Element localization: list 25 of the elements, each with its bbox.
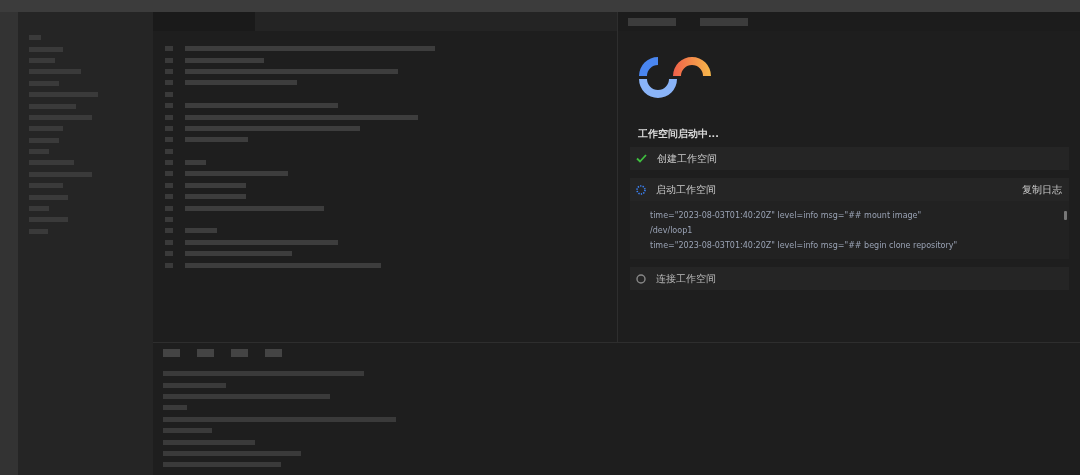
panel-tab[interactable] <box>163 349 180 357</box>
placeholder-bar <box>163 405 187 411</box>
copy-log-button[interactable]: 复制日志 <box>1022 182 1062 197</box>
panel-tab[interactable] <box>197 349 214 357</box>
logo-icon <box>636 55 714 101</box>
log-line: time="2023-08-03T01:40:20Z" level=info msg="## begin clone repository" <box>650 240 958 250</box>
log-line: /dev/loop1 <box>650 225 693 235</box>
panel-tab[interactable] <box>628 17 676 26</box>
placeholder-bar <box>185 194 246 200</box>
panel-tab[interactable] <box>265 349 282 357</box>
placeholder-bar <box>185 137 248 143</box>
step-label: 创建工作空间 <box>657 151 718 166</box>
step-label: 启动工作空间 <box>656 182 717 197</box>
placeholder-bar <box>185 182 246 188</box>
placeholder-bar <box>185 228 217 234</box>
placeholder-bar <box>163 428 212 434</box>
panel-tab[interactable] <box>700 17 748 26</box>
panel-tab[interactable] <box>231 349 248 357</box>
scrollbar-thumb[interactable] <box>1064 211 1067 220</box>
editor-tab[interactable] <box>153 12 255 31</box>
placeholder-bar <box>163 382 226 388</box>
log-line: time="2023-08-03T01:40:20Z" level=info msg="## mount image" <box>650 210 922 220</box>
placeholder-bar <box>185 160 206 166</box>
step-label: 连接工作空间 <box>656 271 717 286</box>
status-title: 工作空间启动中... <box>638 128 720 141</box>
